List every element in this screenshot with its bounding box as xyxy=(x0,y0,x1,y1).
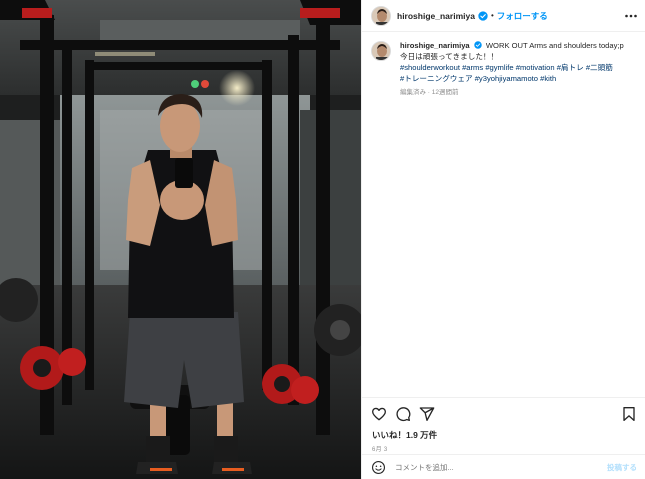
post-photo[interactable] xyxy=(0,0,361,479)
hashtag-link[interactable]: #二頭筋 xyxy=(586,63,613,72)
bookmark-icon[interactable] xyxy=(621,406,637,422)
caption-line-2: 今日は頑張ってきました！！ xyxy=(400,52,499,61)
verified-badge-icon xyxy=(474,41,482,49)
post-comment-button[interactable]: 投稿する xyxy=(607,462,637,473)
hashtag-link[interactable]: #shoulderworkout xyxy=(400,63,460,72)
post-header: hiroshige_narimiya • フォローする xyxy=(362,0,645,32)
header-username[interactable]: hiroshige_narimiya xyxy=(397,11,475,21)
caption-meta: 編集済み · 12週間前 xyxy=(400,89,459,96)
gym-selfie-image xyxy=(0,0,361,479)
post-date: 6月 3 xyxy=(372,447,388,453)
share-icon[interactable] xyxy=(419,406,435,422)
avatar[interactable] xyxy=(371,5,391,26)
post-side-panel: hiroshige_narimiya • フォローする hiroshige_na… xyxy=(361,0,645,479)
hashtag-link[interactable]: #motivation xyxy=(516,63,555,72)
more-options-icon[interactable] xyxy=(624,9,638,23)
verified-badge-icon xyxy=(478,10,488,21)
heart-icon[interactable] xyxy=(371,406,387,422)
hashtag-link[interactable]: #肩トレ xyxy=(557,63,584,72)
hashtag-link[interactable]: #arms xyxy=(462,63,483,72)
hashtag-link[interactable]: #gymlife xyxy=(485,63,513,72)
caption-text-block: hiroshige_narimiya WORK OUT Arms and sho… xyxy=(400,40,624,98)
comment-bar: 投稿する xyxy=(362,454,645,479)
hashtag-link[interactable]: #トレーニングウェア xyxy=(400,74,473,83)
hashtags-line-1: #shoulderworkout #arms #gymlife #motivat… xyxy=(400,62,624,73)
caption-block: hiroshige_narimiya WORK OUT Arms and sho… xyxy=(371,40,639,98)
caption-avatar[interactable] xyxy=(371,41,391,61)
action-bar xyxy=(362,397,645,429)
caption-username[interactable]: hiroshige_narimiya xyxy=(400,41,470,50)
hashtags-line-2: #トレーニングウェア #y3yohjiyamamoto #kith xyxy=(400,73,624,84)
hashtag-link[interactable]: #kith xyxy=(540,74,556,83)
emoji-icon[interactable] xyxy=(371,460,386,475)
comment-icon[interactable] xyxy=(395,406,411,422)
hashtag-link[interactable]: #y3yohjiyamamoto xyxy=(475,74,538,83)
caption-text: WORK OUT Arms and shoulders today;p xyxy=(485,41,624,50)
comment-input[interactable] xyxy=(395,462,607,472)
likes-count[interactable]: いいね！1.9 万件 xyxy=(372,429,437,441)
separator-dot: • xyxy=(490,11,494,20)
follow-button[interactable]: フォローする xyxy=(497,10,548,22)
